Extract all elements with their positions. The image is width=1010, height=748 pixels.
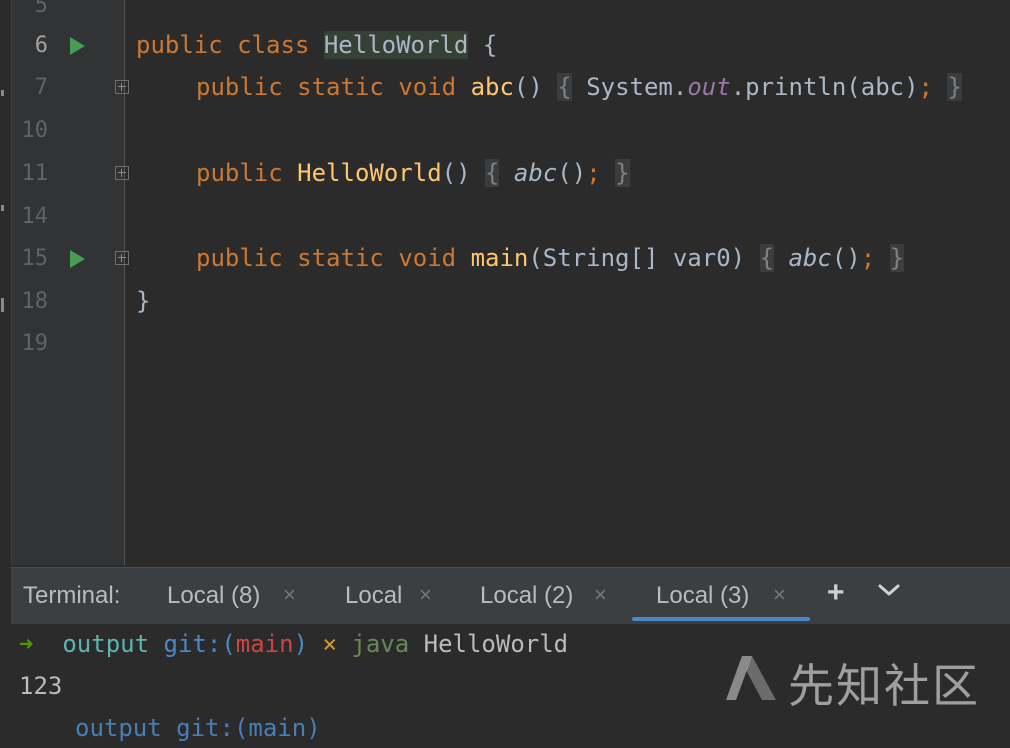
prompt-line: ➜ output git:(main) × java HelloWorld — [19, 630, 569, 658]
line-number: 14 — [21, 204, 49, 229]
line-number: 19 — [21, 331, 49, 356]
line-number: 6 — [34, 33, 48, 58]
line-number: 18 — [21, 289, 49, 314]
run-icon[interactable] — [70, 250, 85, 268]
line-number: 15 — [21, 246, 49, 271]
line-number: 11 — [21, 161, 49, 186]
code-line: 10 — [0, 109, 1010, 152]
code-text: public static void abc() { System.out.pr… — [196, 73, 962, 101]
code-line: 19 — [0, 322, 1010, 365]
line-number: 10 — [21, 118, 49, 143]
watermark: 先知社区 — [722, 648, 992, 713]
run-icon[interactable] — [70, 37, 85, 55]
code-line: 15 public static void main(String[] var0… — [0, 237, 1010, 280]
line-number: 5 — [34, 0, 48, 18]
code-text: } — [136, 287, 151, 315]
fold-icon[interactable] — [115, 80, 129, 94]
code-line: 6 public class HelloWorld { — [0, 24, 1010, 67]
fold-icon[interactable] — [115, 166, 129, 180]
watermark-logo-icon — [726, 656, 776, 700]
terminal-title: Terminal: — [23, 582, 121, 609]
tab-local-8[interactable]: Local (8) × — [167, 568, 317, 624]
chevron-down-icon[interactable] — [877, 578, 901, 602]
code-line: 7 public static void abc() { System.out.… — [0, 66, 1010, 109]
active-tab-indicator — [632, 617, 810, 621]
plus-icon[interactable]: + — [827, 576, 845, 610]
tab-local-3[interactable]: Local (3) × — [632, 568, 810, 624]
code-line: 5 — [0, 0, 1010, 27]
code-line: 18 } — [0, 280, 1010, 323]
terminal-tab-bar: Terminal: Local (8) × Local × Local (2) … — [11, 567, 1010, 624]
tab-local[interactable]: Local × — [345, 568, 455, 624]
code-line: 14 — [0, 195, 1010, 238]
partial-prompt-line: output git:(main) — [75, 714, 321, 742]
code-text: public HelloWorld() { abc(); } — [196, 159, 630, 187]
code-text: public static void main(String[] var0) {… — [196, 244, 905, 272]
close-icon[interactable]: × — [283, 582, 296, 608]
fold-icon[interactable] — [115, 251, 129, 265]
output-line: 123 — [19, 672, 63, 700]
code-line: 11 public HelloWorld() { abc(); } — [0, 152, 1010, 195]
close-icon[interactable]: × — [773, 582, 786, 608]
code-text: public class HelloWorld { — [136, 31, 498, 59]
tab-local-2[interactable]: Local (2) × — [480, 568, 630, 624]
close-icon[interactable]: × — [594, 582, 607, 608]
line-number: 7 — [34, 75, 48, 100]
close-icon[interactable]: × — [419, 582, 432, 608]
watermark-text: 先知社区 — [788, 659, 980, 713]
